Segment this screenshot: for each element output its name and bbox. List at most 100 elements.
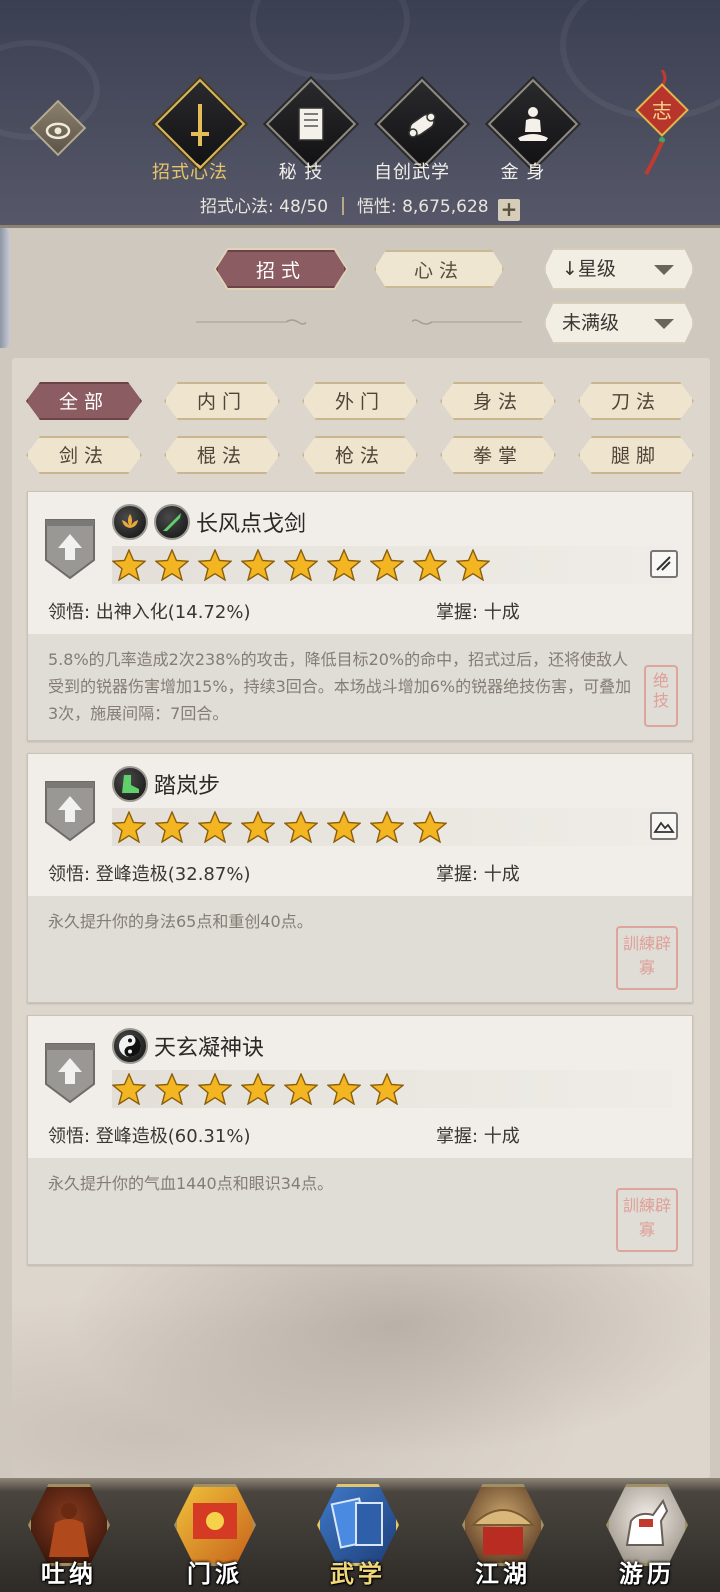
star-icon — [155, 549, 189, 581]
star-icon — [413, 811, 447, 843]
star-icon — [112, 811, 146, 843]
upgrade-shield-icon[interactable] — [42, 778, 98, 844]
nav-label: 门派 — [187, 1559, 243, 1588]
nav-label: 江湖 — [475, 1559, 531, 1588]
star-icon — [413, 549, 447, 581]
category-blade[interactable]: 刀法 — [578, 382, 694, 420]
star-rating — [112, 808, 672, 846]
mastery-label: 掌握: 十成 — [436, 864, 520, 885]
category-footwork[interactable]: 身法 — [440, 382, 556, 420]
category-inner[interactable]: 内门 — [164, 382, 280, 420]
nav-label: 武学 — [330, 1559, 386, 1588]
mastery-label: 掌握: 十成 — [436, 1126, 520, 1147]
tab-golden-body[interactable]: 金 身 — [468, 78, 579, 188]
category-fist-palm[interactable]: 拳掌 — [440, 436, 556, 474]
level-dropdown[interactable]: 未满级 — [544, 302, 694, 344]
chevron-down-icon — [654, 319, 674, 329]
category-all[interactable]: 全部 — [26, 382, 142, 420]
yin-yang-icon — [112, 1028, 148, 1064]
category-spear[interactable]: 枪法 — [302, 436, 418, 474]
nav-label: 游历 — [619, 1559, 675, 1588]
star-icon — [327, 1073, 361, 1105]
tab-label: 自创武学 — [374, 162, 450, 183]
blade-icon — [154, 504, 190, 540]
chinese-knot-icon[interactable]: 志 — [632, 70, 692, 180]
upgrade-shield-icon[interactable] — [42, 516, 98, 582]
bottom-navigation: 吐纳 门派 武学 江湖 游历 — [0, 1478, 720, 1592]
divider-ornament-right — [412, 319, 522, 325]
skill-description: 永久提升你的气血1440点和眼识34点。 — [28, 1158, 692, 1264]
upgrade-shield-icon[interactable] — [42, 1040, 98, 1106]
boot-icon — [112, 766, 148, 802]
category-leg[interactable]: 腿脚 — [578, 436, 694, 474]
skill-card[interactable]: 天玄凝神诀 领悟: 登峰造极(60.31%) 掌握: 十成 永久提升你的气血14… — [27, 1015, 693, 1265]
nav-martial-arts[interactable]: 武学 — [303, 1478, 413, 1592]
moves-count: 招式心法: 48/50 — [200, 197, 329, 217]
sort-dropdown[interactable]: ↓星级 — [544, 248, 694, 290]
star-icon — [456, 549, 490, 581]
nav-label: 吐纳 — [41, 1559, 97, 1588]
level-dropdown-value: 未满级 — [562, 312, 620, 334]
eye-icon — [45, 122, 71, 140]
star-icon — [370, 549, 404, 581]
insight-value: 悟性: 8,675,628 — [356, 197, 489, 217]
lotus-icon — [112, 504, 148, 540]
scroll-icon — [408, 112, 436, 138]
star-icon — [241, 549, 275, 581]
star-rating — [112, 546, 672, 584]
star-icon — [284, 811, 318, 843]
skill-name: 长风点戈剑 — [196, 512, 307, 537]
tab-moves[interactable]: 招式 — [216, 250, 346, 288]
star-icon — [327, 549, 361, 581]
star-icon — [112, 1073, 146, 1105]
skill-card[interactable]: 踏岚步 领悟: 登峰造极(32.87%) 掌握: 十成 永久提升你的身法65点和… — [27, 753, 693, 1003]
star-icon — [241, 1073, 275, 1105]
comprehension-label: 领悟: 出神入化(14.72%) — [48, 602, 251, 623]
side-drawer-handle[interactable] — [0, 228, 10, 348]
star-icon — [370, 1073, 404, 1105]
weapon-type-icon — [650, 550, 678, 578]
comprehension-label: 领悟: 登峰造极(32.87%) — [48, 864, 251, 885]
seal-stamp: 訓練辟寡 — [616, 926, 678, 990]
star-icon — [284, 1073, 318, 1105]
star-icon — [284, 549, 318, 581]
divider-ornament-left — [196, 319, 306, 325]
comprehension-label: 领悟: 登峰造极(60.31%) — [48, 1126, 251, 1147]
star-icon — [112, 549, 146, 581]
sword-icon — [191, 104, 209, 146]
category-outer[interactable]: 外门 — [302, 382, 418, 420]
star-icon — [198, 811, 232, 843]
category-staff[interactable]: 棍法 — [164, 436, 280, 474]
tab-moves-wrap: 招式 — [214, 248, 348, 290]
skill-name: 天玄凝神诀 — [154, 1036, 265, 1061]
knot-char: 志 — [652, 99, 672, 123]
tab-label: 金 身 — [500, 162, 546, 183]
star-icon — [241, 811, 275, 843]
stats-divider — [341, 197, 344, 215]
star-icon — [370, 811, 404, 843]
seal-stamp: 绝技 — [644, 665, 678, 727]
star-icon — [327, 811, 361, 843]
tab-moves-methods[interactable]: 招式心法 — [135, 78, 246, 188]
sort-dropdown-value: ↓星级 — [562, 258, 616, 280]
mastery-label: 掌握: 十成 — [436, 602, 520, 623]
tab-secret-skills[interactable]: 秘 技 — [246, 78, 357, 188]
top-header: 招式心法 秘 技 自创武学 金 身 志 招式心法: 48/50 悟性: 8,67… — [0, 0, 720, 228]
nav-jianghu[interactable]: 江湖 — [448, 1478, 558, 1592]
tab-methods[interactable]: 心法 — [374, 250, 504, 288]
skill-card[interactable]: 长风点戈剑 领悟: 出神入化(14.72%) 掌握: 十成 5.8%的几率造成2… — [27, 491, 693, 741]
tab-label: 招式心法 — [152, 162, 228, 183]
mountain-cloud-icon — [650, 812, 678, 840]
add-insight-button[interactable]: + — [498, 199, 520, 221]
nav-sect[interactable]: 门派 — [160, 1478, 270, 1592]
skill-description: 永久提升你的身法65点和重创40点。 — [28, 896, 692, 1002]
star-rating — [112, 1070, 672, 1108]
tab-self-created[interactable]: 自创武学 — [357, 78, 468, 188]
star-icon — [198, 549, 232, 581]
category-sword[interactable]: 剑法 — [26, 436, 142, 474]
nav-breathing[interactable]: 吐纳 — [14, 1478, 124, 1592]
meditation-icon — [518, 107, 548, 141]
nav-travel[interactable]: 游历 — [592, 1478, 702, 1592]
skill-description: 5.8%的几率造成2次238%的攻击，降低目标20%的命中，招式过后，还将使敌人… — [28, 634, 692, 740]
ink-painting-background — [12, 1258, 710, 1478]
